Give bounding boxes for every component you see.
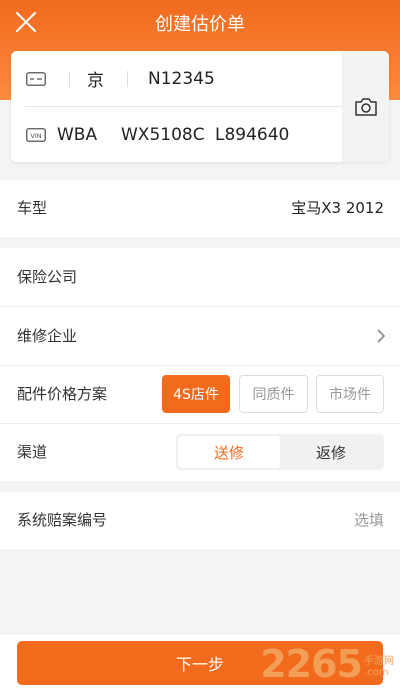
channel-option-return-repair[interactable]: 返修 xyxy=(280,436,382,468)
close-icon[interactable] xyxy=(14,10,38,34)
vin-icon: VIN xyxy=(26,127,46,142)
vehicle-model-label: 车型 xyxy=(17,199,48,217)
parts-option-market[interactable]: 市场件 xyxy=(316,375,384,413)
vehicle-section: 车型 宝马X3 2012 xyxy=(0,180,400,237)
plate-card: 京 N12345 VIN WBA WX5108C L894640 xyxy=(11,51,389,162)
channel-label: 渠道 xyxy=(17,443,48,461)
claim-number-row[interactable]: 系统赔案编号 选填 xyxy=(0,492,400,549)
watermark-suffix: 手游网 .com xyxy=(364,656,394,678)
plate-info: 京 N12345 VIN WBA WX5108C L894640 xyxy=(11,51,342,162)
license-plate-icon xyxy=(26,71,46,86)
page-title: 创建估价单 xyxy=(155,14,245,35)
plate-province: 京 xyxy=(87,71,104,91)
insurer-label: 保险公司 xyxy=(17,268,78,286)
svg-text:VIN: VIN xyxy=(30,132,41,140)
vin-part-1: WBA xyxy=(57,124,98,145)
parts-option-equivalent[interactable]: 同质件 xyxy=(239,375,308,413)
plate-separator xyxy=(127,71,128,87)
license-plate-row[interactable]: 京 N12345 xyxy=(11,51,342,106)
repair-shop-label: 维修企业 xyxy=(17,327,78,345)
plate-separator xyxy=(69,71,70,87)
plate-number: N12345 xyxy=(148,68,215,89)
vehicle-model-value: 宝马X3 2012 xyxy=(291,199,384,217)
watermark-suffix-line1: 手游网 xyxy=(364,656,394,667)
camera-icon xyxy=(354,97,377,116)
claim-section: 系统赔案编号 选填 xyxy=(0,492,400,549)
watermark-suffix-line2: .com xyxy=(364,667,389,678)
site-watermark: 2265 手游网 .com xyxy=(260,642,394,686)
channel-option-send-repair[interactable]: 送修 xyxy=(178,436,280,468)
vehicle-model-row[interactable]: 车型 宝马X3 2012 xyxy=(0,180,400,237)
channel-row: 渠道 送修 返修 xyxy=(0,423,400,481)
vin-row[interactable]: VIN WBA WX5108C L894640 xyxy=(11,107,342,162)
vin-part-2: WX5108C xyxy=(121,124,205,145)
chevron-right-icon xyxy=(377,329,385,343)
insurer-row[interactable]: 保险公司 xyxy=(0,248,400,306)
repair-shop-row[interactable]: 维修企业 xyxy=(0,307,400,365)
watermark-logo: 2265 xyxy=(260,642,363,686)
claim-number-hint: 选填 xyxy=(353,511,384,529)
claim-number-label: 系统赔案编号 xyxy=(17,511,108,529)
scan-camera-button[interactable] xyxy=(342,51,389,162)
top-nav: 创建估价单 xyxy=(0,0,400,46)
vin-part-3: L894640 xyxy=(215,124,290,145)
form-section: 保险公司 维修企业 配件价格方案 4S店件 同质件 市场件 渠道 送修 返修 xyxy=(0,248,400,481)
parts-price-row: 配件价格方案 4S店件 同质件 市场件 xyxy=(0,365,400,423)
parts-option-4s[interactable]: 4S店件 xyxy=(162,375,230,413)
parts-price-label: 配件价格方案 xyxy=(17,385,108,403)
channel-segmented-control: 送修 返修 xyxy=(176,434,384,470)
